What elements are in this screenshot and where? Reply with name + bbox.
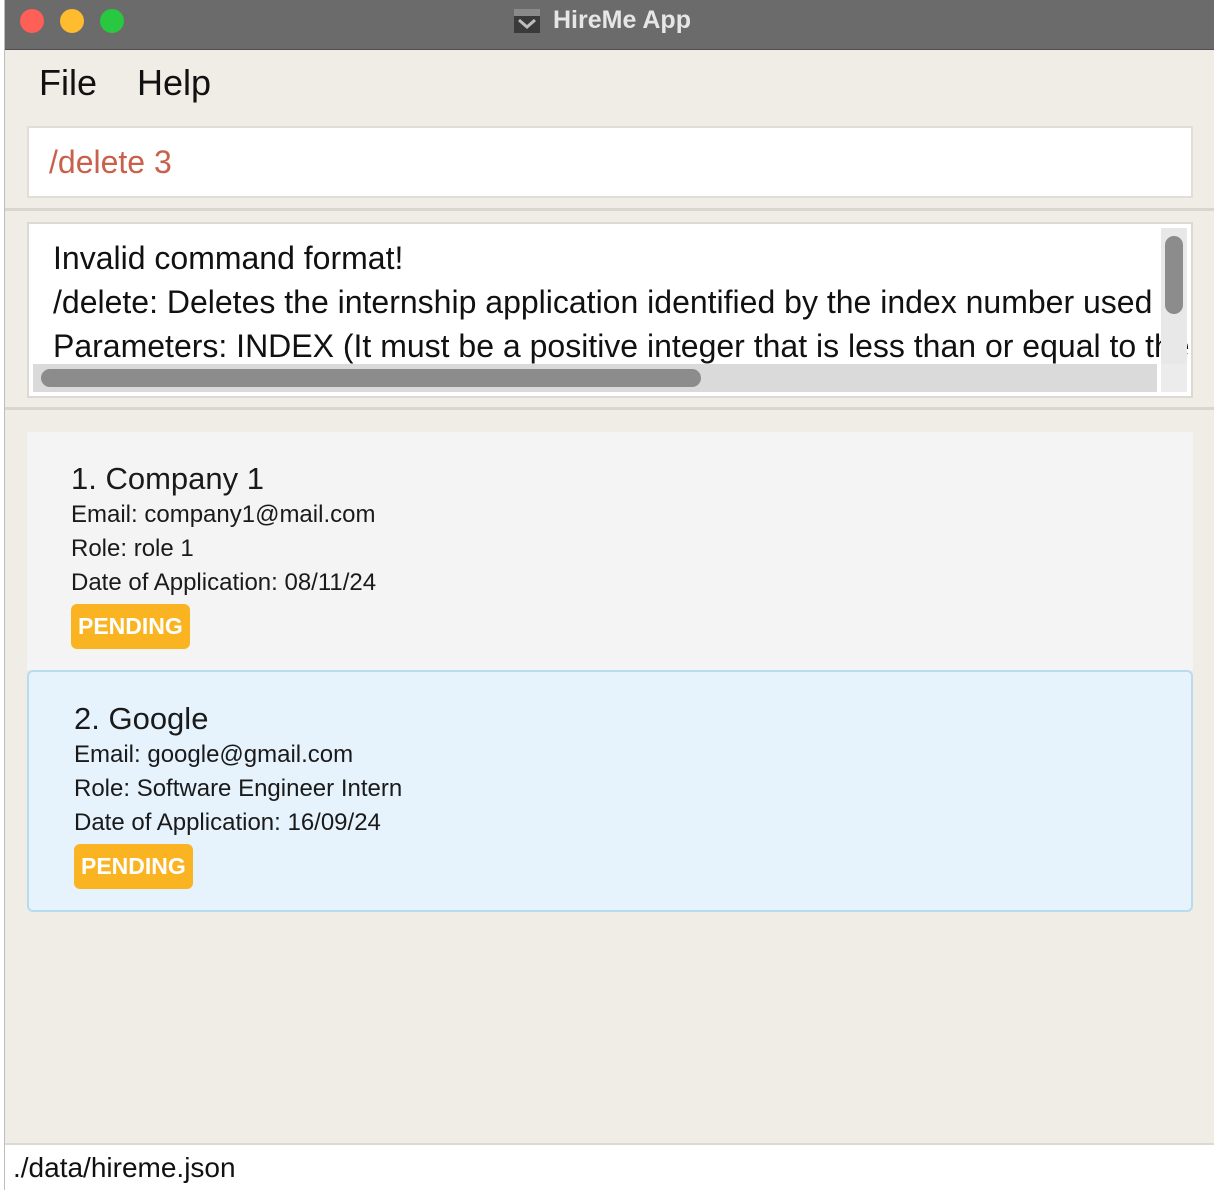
close-window-button[interactable]: [20, 9, 44, 33]
divider: [5, 208, 1214, 211]
application-role: Role: role 1: [71, 535, 194, 562]
application-title: 1. Company 1: [71, 461, 264, 496]
application-card[interactable]: 2. Google Email: google@gmail.com Role: …: [27, 670, 1193, 912]
result-line: /delete: Deletes the internship applicat…: [53, 284, 1191, 320]
horizontal-scrollbar[interactable]: [33, 364, 1157, 392]
command-input[interactable]: /delete 3: [27, 126, 1193, 198]
title-bar[interactable]: HireMe App: [5, 0, 1214, 50]
result-display[interactable]: Invalid command format! /delete: Deletes…: [27, 222, 1193, 398]
command-input-value: /delete 3: [49, 143, 172, 180]
status-badge: PENDING: [71, 604, 190, 649]
application-email: Email: company1@mail.com: [71, 501, 376, 528]
window-title-group: HireMe App: [513, 6, 691, 35]
application-role: Role: Software Engineer Intern: [74, 775, 403, 802]
application-card-body: 2. Google Email: google@gmail.com Role: …: [74, 700, 402, 889]
hireme-logo-icon: [513, 7, 541, 35]
horizontal-scrollbar-thumb[interactable]: [41, 369, 701, 387]
app-window: HireMe App File Help /delete 3 Invalid c…: [4, 0, 1214, 1190]
result-line: Invalid command format!: [53, 240, 404, 276]
menu-help[interactable]: Help: [137, 62, 211, 104]
application-date: Date of Application: 16/09/24: [74, 809, 381, 836]
application-list: 1. Company 1 Email: company1@mail.com Ro…: [27, 432, 1193, 912]
menu-file[interactable]: File: [39, 62, 97, 104]
minimize-window-button[interactable]: [60, 9, 84, 33]
result-text: Invalid command format! /delete: Deletes…: [53, 236, 1191, 368]
result-line: Parameters: INDEX (It must be a positive…: [53, 328, 1191, 364]
vertical-scrollbar[interactable]: [1161, 228, 1187, 364]
application-email: Email: google@gmail.com: [74, 741, 354, 768]
status-bar: ./data/hireme.json: [5, 1143, 1214, 1190]
application-card-body: 1. Company 1 Email: company1@mail.com Ro…: [71, 460, 376, 649]
application-card[interactable]: 1. Company 1 Email: company1@mail.com Ro…: [27, 432, 1193, 670]
data-file-path: ./data/hireme.json: [13, 1151, 236, 1183]
status-badge: PENDING: [74, 844, 193, 889]
menu-bar: File Help: [5, 51, 1214, 115]
application-date: Date of Application: 08/11/24: [71, 569, 377, 596]
window-title: HireMe App: [553, 6, 691, 34]
application-title: 2. Google: [74, 701, 209, 736]
vertical-scrollbar-thumb[interactable]: [1165, 236, 1183, 314]
maximize-window-button[interactable]: [100, 9, 124, 33]
divider: [5, 407, 1214, 410]
scroll-corner: [1161, 364, 1187, 392]
